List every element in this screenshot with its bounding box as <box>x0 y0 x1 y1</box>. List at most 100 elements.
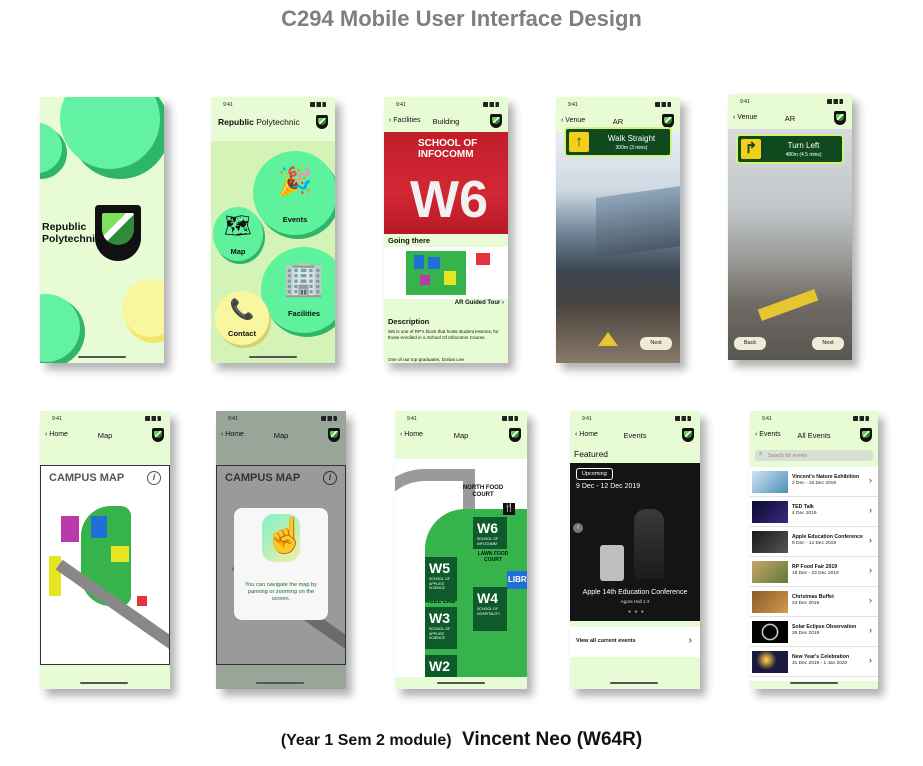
list-item[interactable]: RP Food Fair 2019 18 Dec - 23 Dec 2019 › <box>750 557 878 587</box>
description-heading: Description <box>388 317 430 326</box>
events-list: Vincent's Nature Exhibition 2 Dec - 16 De… <box>750 467 878 681</box>
nav-title: All Events <box>797 431 831 440</box>
nav-title: Events <box>623 431 647 440</box>
home-indicator <box>249 356 297 358</box>
rp-shield-icon <box>490 114 502 128</box>
nav-title: Map <box>97 431 113 440</box>
status-bar: 9:41 <box>728 97 852 107</box>
list-item[interactable]: Apple Education Conference 9 Dec - 12 Dec… <box>750 527 878 557</box>
chevron-right-icon: › <box>869 505 872 515</box>
chevron-right-icon: › <box>869 595 872 605</box>
block-number: W6 <box>410 171 488 229</box>
home-indicator <box>610 682 658 684</box>
zoomed-map[interactable]: NORTH FOOD COURT 🍴 LAWN FOOD COURT ACEL … <box>395 459 527 677</box>
block-w4[interactable]: W4 SCHOOL OF HOSPITALITY <box>473 587 507 631</box>
events-button[interactable]: 🎉 Events <box>253 151 335 235</box>
module-label: (Year 1 Sem 2 module) <box>280 732 452 749</box>
phone-icon: 📞 <box>229 299 255 321</box>
list-item[interactable]: New Year's Celebration 31 Dec 2019 - 1 Ja… <box>750 647 878 677</box>
event-thumbnail <box>752 561 788 583</box>
hint-text: You can navigate the map by panning or z… <box>245 582 317 602</box>
rp-shield-icon <box>328 428 340 442</box>
block-w3[interactable]: W3 SCHOOL OF APPLIED SCIENCE <box>425 607 457 649</box>
upcoming-badge: Upcoming <box>576 468 613 480</box>
ar-screen-1: 9:41 ‹ Venue AR ↑ Walk Straight 300m (3 … <box>556 97 680 363</box>
block-w5[interactable]: W5 SCHOOL OF APPLIED SCIENCE <box>425 557 457 601</box>
hand-pointer-icon: ☝ <box>264 517 307 555</box>
library-label: LIBR <box>507 571 527 589</box>
featured-event-card[interactable]: Upcoming 9 Dec - 12 Dec 2019 ‹ Apple 14t… <box>570 463 700 621</box>
rp-shield-icon <box>152 428 164 442</box>
home-indicator <box>256 682 304 684</box>
map-icon: 🗺 <box>224 213 252 238</box>
nav-title: Map <box>453 431 469 440</box>
event-thumbnail <box>752 501 788 523</box>
nav-bar: ‹ Home Map <box>216 424 346 446</box>
next-button[interactable]: Next <box>640 337 672 350</box>
status-bar: 9:41 <box>570 414 700 424</box>
signal-battery-icon <box>145 416 161 421</box>
ground-arrow-icon <box>598 332 618 346</box>
arrow-up-icon: ↑ <box>569 132 589 152</box>
arrow-turn-right-icon: ↱ <box>741 139 761 159</box>
carousel-prev-icon[interactable]: ‹ <box>573 523 583 533</box>
description-text-2: One of our top graduates, Dorian Lee <box>388 357 465 362</box>
party-popper-icon: 🎉 <box>277 166 313 197</box>
campus-map[interactable]: CAMPUS MAP i <box>40 465 170 665</box>
back-pill-button[interactable]: Back <box>734 337 766 350</box>
status-bar: 9:41 <box>750 414 878 424</box>
view-all-events-button[interactable]: View all current events › <box>570 627 700 657</box>
app-header: Republic Polytechnic <box>218 117 300 127</box>
map-hint-screen: 9:41 ‹ Home Map CAMPUS MAP i ☝ You can n… <box>216 411 346 689</box>
ar-direction-sign: ↑ Walk Straight 300m (3 mins) <box>564 127 672 157</box>
signal-battery-icon <box>853 416 869 421</box>
camera-view <box>556 132 680 363</box>
info-icon[interactable]: i <box>147 471 161 485</box>
home-indicator <box>80 682 128 684</box>
mini-map[interactable] <box>384 247 508 299</box>
ar-tour-button[interactable]: AR Guided Tour › <box>455 300 504 306</box>
nav-bar: ‹ Facilities Building <box>384 110 508 132</box>
gesture-hint-dialog[interactable]: ☝ You can navigate the map by panning or… <box>234 508 328 620</box>
info-icon: i <box>323 471 337 485</box>
signal-battery-icon <box>655 102 671 107</box>
search-icon: ⌕ <box>759 451 763 457</box>
rp-shield-icon <box>509 428 521 442</box>
list-item[interactable]: TED Talk 4 Dec 2019 › <box>750 497 878 527</box>
home-indicator <box>437 682 485 684</box>
signal-battery-icon <box>310 102 326 107</box>
fork-knife-icon: 🍴 <box>503 503 515 515</box>
home-indicator <box>78 356 126 358</box>
status-bar: 9:41 <box>556 100 680 110</box>
chevron-right-icon: › <box>869 535 872 545</box>
carousel-dots: ● ● ● <box>628 609 645 615</box>
contact-button[interactable]: 📞 Contact <box>215 291 269 345</box>
search-placeholder: Search for events <box>768 452 808 459</box>
buildings-icon: 🏢 <box>282 260 326 298</box>
rp-shield-icon <box>834 111 846 125</box>
page-title: C294 Mobile User Interface Design <box>281 6 642 31</box>
sign-text: SCHOOL OF INFOCOMM <box>418 138 478 160</box>
home-indicator <box>790 682 838 684</box>
status-bar: 9:41 <box>384 100 508 110</box>
chevron-right-icon: › <box>688 635 692 646</box>
search-bar[interactable]: ⌕ Search for events <box>755 450 873 461</box>
signal-battery-icon <box>321 416 337 421</box>
status-bar: 9:41 <box>40 414 170 424</box>
events-screen: 9:41 ‹ Home Events Featured Upcoming 9 D… <box>570 411 700 689</box>
block-w2[interactable]: W2 <box>425 655 457 677</box>
map-button[interactable]: 🗺 Map <box>213 207 263 261</box>
list-item[interactable]: Christmas Buffet 24 Dec 2019 › <box>750 587 878 617</box>
next-button[interactable]: Next <box>812 337 844 350</box>
list-item[interactable]: Vincent's Nature Exhibition 2 Dec - 16 De… <box>750 467 878 497</box>
signal-battery-icon <box>502 416 518 421</box>
author-label: Vincent Neo (W64R) <box>462 729 643 750</box>
nav-bar: ‹ Home Events <box>570 424 700 446</box>
chevron-right-icon: › <box>869 625 872 635</box>
block-w6[interactable]: W6 SCHOOL OF INFOCOMM <box>473 517 507 549</box>
list-item[interactable]: Solar Eclipse Observation 26 Dec 2019 › <box>750 617 878 647</box>
menu-screen: 9:41 Republic Polytechnic 🎉 Events 🗺 Map… <box>211 97 335 363</box>
featured-heading: Featured <box>574 449 609 459</box>
chevron-right-icon: › <box>869 655 872 665</box>
ar-direction-sign: ↱ Turn Left 480m (4.5 mins) <box>736 134 844 164</box>
